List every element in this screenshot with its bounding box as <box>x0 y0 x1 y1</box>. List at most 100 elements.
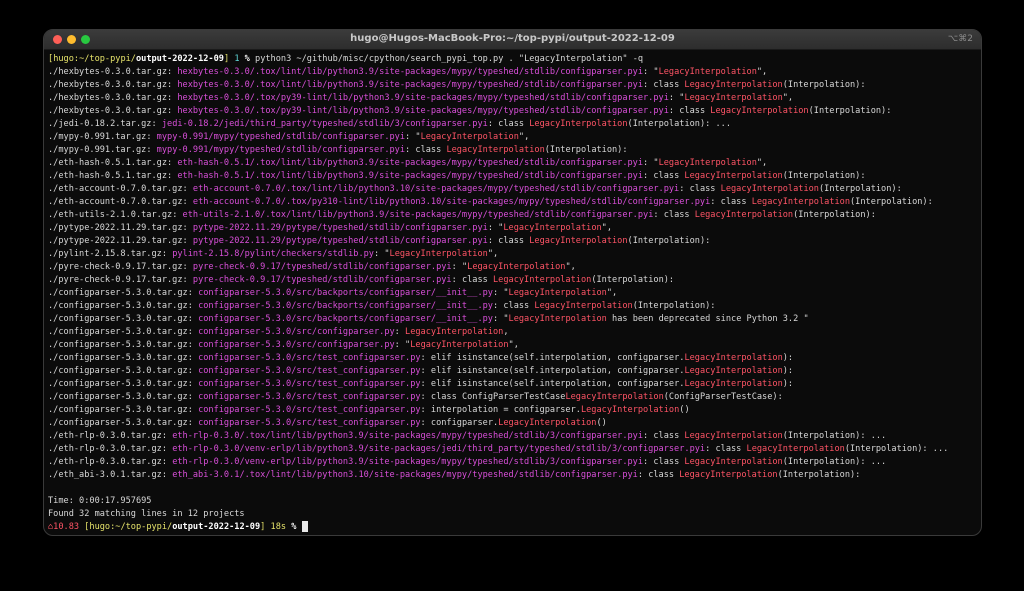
separator: : <box>187 392 199 402</box>
separator: : <box>492 288 504 298</box>
result-line: ./eth-rlp-0.3.0.tar.gz: eth-rlp-0.3.0/.t… <box>48 430 977 443</box>
load-indicator: ⌂10.83 <box>48 522 80 532</box>
result-prefix: class <box>653 171 685 181</box>
result-suffix: ): <box>782 379 794 389</box>
result-line: ./eth_abi-3.0.1.tar.gz: eth_abi-3.0.1/.t… <box>48 469 977 482</box>
separator: : <box>187 314 199 324</box>
result-package: ./mypy-0.991.tar.gz <box>48 145 147 155</box>
separator: : <box>668 93 680 103</box>
result-line: ./hexbytes-0.3.0.tar.gz: hexbytes-0.3.0/… <box>48 105 977 118</box>
result-path: eth-hash-0.5.1/.tox/lint/lib/python3.9/s… <box>177 171 644 181</box>
separator: : <box>146 132 157 142</box>
result-path: eth-account-0.7.0/.tox/lint/lib/python3.… <box>192 184 680 194</box>
result-path: configparser-5.3.0/src/configparser.py <box>198 340 395 350</box>
result-suffix: ", <box>601 223 613 233</box>
result-package: ./eth_abi-3.0.1.tar.gz <box>48 470 162 480</box>
separator: : <box>182 184 193 194</box>
result-prefix: class <box>498 119 530 129</box>
result-suffix: (Interpolation): <box>818 184 902 194</box>
result-match: LegacyInterpolation <box>658 67 757 77</box>
result-match: LegacyInterpolation <box>410 340 509 350</box>
result-package: ./configparser-5.3.0.tar.gz <box>48 314 188 324</box>
separator: : <box>161 431 173 441</box>
result-line: ./eth-account-0.7.0.tar.gz: eth-account-… <box>48 196 977 209</box>
result-prefix: elif isinstance(self.interpolation, conf… <box>430 353 685 363</box>
result-path: eth-rlp-0.3.0/venv-erlp/lib/python3.9/si… <box>172 457 644 467</box>
result-path: hexbytes-0.3.0/.tox/lint/lib/python3.9/s… <box>177 80 644 90</box>
separator: : <box>643 171 654 181</box>
results-list: ./hexbytes-0.3.0.tar.gz: hexbytes-0.3.0/… <box>48 66 977 482</box>
result-package: ./configparser-5.3.0.tar.gz <box>48 405 188 415</box>
separator: : <box>187 301 199 311</box>
separator: : <box>182 223 193 233</box>
separator: : <box>643 158 654 168</box>
prompt-symbol: % <box>286 522 297 532</box>
result-match: LegacyInterpolation <box>679 470 778 480</box>
result-match: LegacyInterpolation <box>720 184 819 194</box>
result-package: ./eth-utils-2.1.0.tar.gz <box>48 210 173 220</box>
result-path: eth_abi-3.0.1/.tox/lint/lib/python3.10/s… <box>172 470 638 480</box>
prompt-count: 1 <box>229 54 245 64</box>
result-suffix: (Interpolation): <box>808 106 892 116</box>
prompt-line[interactable]: ⌂10.83 [hugo:~/top-pypi/output-2022-12-0… <box>48 521 977 534</box>
separator: : <box>146 145 157 155</box>
separator: : <box>405 132 416 142</box>
result-line: ./hexbytes-0.3.0.tar.gz: hexbytes-0.3.0/… <box>48 79 977 92</box>
result-match: LegacyInterpolation <box>684 379 783 389</box>
result-package: ./hexbytes-0.3.0.tar.gz <box>48 93 167 103</box>
result-suffix: (Interpolation): ... <box>782 431 887 441</box>
separator: : <box>492 314 504 324</box>
result-suffix: ): <box>782 366 794 376</box>
terminal-window[interactable]: hugo@Hugos-MacBook-Pro:~/top-pypi/output… <box>43 29 982 536</box>
separator: : <box>167 67 178 77</box>
separator: : <box>420 379 431 389</box>
result-line: ./configparser-5.3.0.tar.gz: configparse… <box>48 417 977 430</box>
result-match: LegacyInterpolation <box>694 210 794 220</box>
separator: : <box>161 249 173 259</box>
result-path: eth-account-0.7.0/.tox/py310-lint/lib/py… <box>192 197 711 207</box>
separator: : <box>182 197 193 207</box>
result-match: LegacyInterpolation <box>710 106 809 116</box>
separator: : <box>187 366 199 376</box>
result-line: ./pytype-2022.11.29.tar.gz: pytype-2022.… <box>48 222 977 235</box>
result-line: ./pyre-check-0.9.17.tar.gz: pyre-check-0… <box>48 261 977 274</box>
found-line: Found 32 matching lines in 12 projects <box>48 509 245 519</box>
command-line: [hugo:~/top-pypi/output-2022-12-09] 1 % … <box>48 53 977 66</box>
result-suffix: (Interpolation): <box>627 236 711 246</box>
result-package: ./configparser-5.3.0.tar.gz <box>48 379 188 389</box>
result-package: ./configparser-5.3.0.tar.gz <box>48 392 188 402</box>
separator: : <box>187 353 199 363</box>
result-package: ./eth-rlp-0.3.0.tar.gz <box>48 457 162 467</box>
terminal-output[interactable]: [hugo:~/top-pypi/output-2022-12-09] 1 % … <box>48 53 977 534</box>
result-line: ./configparser-5.3.0.tar.gz: configparse… <box>48 391 977 404</box>
result-match: LegacyInterpolation <box>684 171 783 181</box>
result-line: ./configparser-5.3.0.tar.gz: configparse… <box>48 378 977 391</box>
result-match: LegacyInterpolation <box>684 366 783 376</box>
result-match: LegacyInterpolation <box>405 327 504 337</box>
result-match: LegacyInterpolation <box>684 93 783 103</box>
result-package: ./configparser-5.3.0.tar.gz <box>48 340 188 350</box>
separator: : <box>167 80 178 90</box>
result-line: ./eth-utils-2.1.0.tar.gz: eth-utils-2.1.… <box>48 209 977 222</box>
result-suffix: () <box>679 405 690 415</box>
separator: : <box>705 444 716 454</box>
separator: : <box>182 275 193 285</box>
separator: : <box>679 184 690 194</box>
separator: : <box>710 197 721 207</box>
result-package: ./eth-account-0.7.0.tar.gz <box>48 184 183 194</box>
separator: : <box>637 470 649 480</box>
result-line: ./mypy-0.991.tar.gz: mypy-0.991/mypy/typ… <box>48 144 977 157</box>
text-cursor[interactable] <box>301 521 308 532</box>
result-path: pyre-check-0.9.17/typeshed/stdlib/config… <box>192 275 452 285</box>
separator: : <box>151 119 162 129</box>
result-line: ./pyre-check-0.9.17.tar.gz: pyre-check-0… <box>48 274 977 287</box>
result-path: hexbytes-0.3.0/.tox/py39-lint/lib/python… <box>177 106 669 116</box>
result-line: ./eth-rlp-0.3.0.tar.gz: eth-rlp-0.3.0/ve… <box>48 456 977 469</box>
result-prefix: elif isinstance(self.interpolation, conf… <box>430 366 685 376</box>
title-bar[interactable]: hugo@Hugos-MacBook-Pro:~/top-pypi/output… <box>44 30 981 50</box>
separator: : <box>420 353 431 363</box>
result-line: ./pylint-2.15.8.tar.gz: pylint-2.15.8/py… <box>48 248 977 261</box>
separator: : <box>487 236 499 246</box>
result-suffix: ", <box>518 132 530 142</box>
window-title: hugo@Hugos-MacBook-Pro:~/top-pypi/output… <box>350 33 675 44</box>
